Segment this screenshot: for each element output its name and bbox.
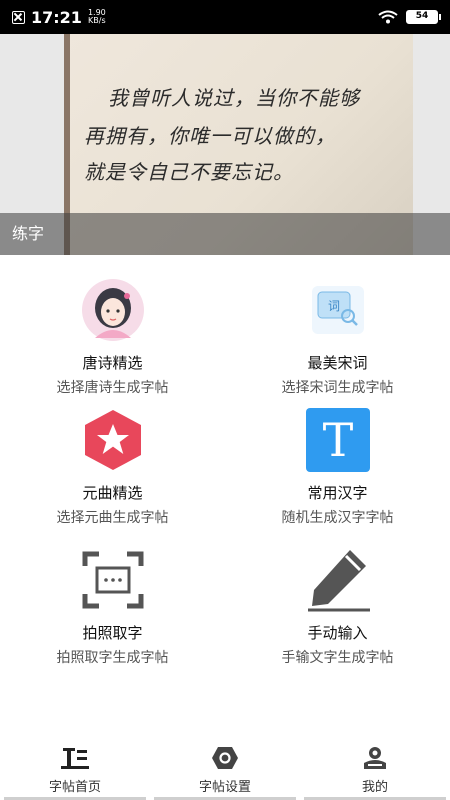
feature-tang-poems[interactable]: 唐诗精选 选择唐诗生成字帖 <box>0 278 225 397</box>
handwriting-line: 再拥有，你唯一可以做的， <box>84 124 336 148</box>
girl-avatar-icon <box>81 278 145 342</box>
network-speed: 1.90 KB/s <box>87 8 106 25</box>
wifi-icon <box>378 10 398 24</box>
feature-title: 最美宋词 <box>307 354 368 372</box>
word-search-icon: 词 <box>306 278 370 342</box>
feature-subtitle: 选择唐诗生成字帖 <box>56 380 169 396</box>
feature-yuan-qu[interactable]: 元曲精选 选择元曲生成字帖 <box>0 408 225 527</box>
tab-label: 字帖首页 <box>48 780 101 795</box>
feature-subtitle: 随机生成汉字字帖 <box>281 510 394 526</box>
feature-title: 唐诗精选 <box>82 354 143 372</box>
feature-title: 手动输入 <box>307 624 368 642</box>
letter-t-icon: T <box>305 408 370 472</box>
feature-title: 元曲精选 <box>82 484 143 502</box>
scan-frame-icon <box>81 548 145 612</box>
feature-title: 常用汉字 <box>307 484 368 502</box>
star-hexagon-icon <box>81 408 145 472</box>
svg-text:词: 词 <box>327 299 339 313</box>
text-format-icon <box>61 748 89 769</box>
feature-subtitle: 选择宋词生成字帖 <box>281 380 394 396</box>
feature-manual-input[interactable]: 手动输入 手输文字生成字帖 <box>225 548 450 667</box>
tab-settings[interactable]: 字帖设置 <box>150 740 300 800</box>
tab-mine[interactable]: 我的 <box>300 740 450 800</box>
handwriting-line: 就是令自己不要忘记。 <box>84 160 294 184</box>
tab-label: 我的 <box>361 780 388 795</box>
pencil-icon <box>306 548 370 612</box>
feature-subtitle: 手输文字生成字帖 <box>281 650 394 666</box>
feature-song-ci[interactable]: 词 最美宋词 选择宋词生成字帖 <box>225 278 450 397</box>
clock: 17:21 <box>31 7 82 27</box>
person-icon <box>364 747 386 769</box>
notification-close-icon <box>12 10 25 24</box>
feature-title: 拍照取字 <box>82 624 143 642</box>
settings-hex-icon <box>212 747 238 769</box>
status-bar: 17:21 1.90 KB/s 54 <box>0 0 450 34</box>
tab-home[interactable]: 字帖首页 <box>0 740 150 800</box>
feature-common-hanzi[interactable]: T 常用汉字 随机生成汉字字帖 <box>225 408 450 527</box>
banner-caption: 练字 <box>0 213 450 255</box>
banner[interactable]: 我曾听人说过，当你不能够 再拥有，你唯一可以做的， 就是令自己不要忘记。 练字 <box>0 34 450 255</box>
tab-label: 字帖设置 <box>198 780 251 795</box>
feature-subtitle: 拍照取字生成字帖 <box>56 650 169 666</box>
feature-photo-capture[interactable]: 拍照取字 拍照取字生成字帖 <box>0 548 225 667</box>
svg-text:T: T <box>322 413 353 467</box>
bottom-tab-bar: 字帖首页 字帖设置 我的 <box>0 740 450 800</box>
feature-subtitle: 选择元曲生成字帖 <box>56 510 169 526</box>
handwriting-line: 我曾听人说过，当你不能够 <box>108 86 360 110</box>
battery-icon: 54 <box>406 10 441 24</box>
